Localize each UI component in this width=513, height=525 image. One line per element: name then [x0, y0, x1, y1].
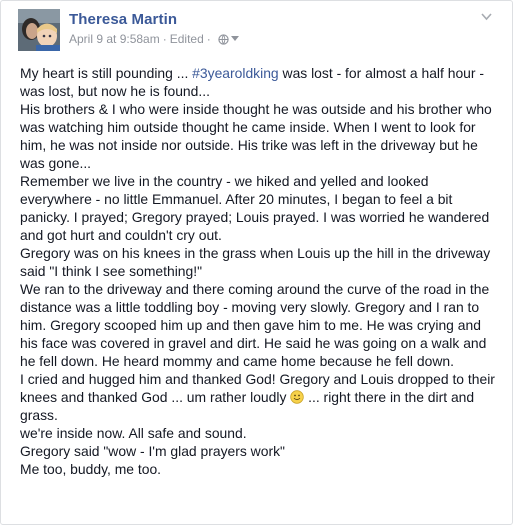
post-paragraph: Gregory said "wow - I'm glad prayers wor…: [20, 443, 285, 459]
post-timestamp[interactable]: April 9 at 9:58am: [69, 32, 160, 46]
meta-separator-2: ·: [206, 32, 211, 46]
post-meta: April 9 at 9:58am · Edited ·: [69, 32, 239, 46]
meta-separator: ·: [162, 32, 167, 46]
avatar[interactable]: [18, 9, 60, 51]
post-paragraph: His brothers & I who were inside thought…: [20, 101, 492, 171]
post-paragraph: Gregory was on his knees in the grass wh…: [20, 245, 491, 279]
post-paragraph: My heart is still pounding ... #3yearold…: [20, 65, 485, 99]
smiley-icon: [290, 390, 304, 404]
post-body: My heart is still pounding ... #3yearold…: [20, 64, 500, 478]
post-paragraph: we're inside now. All safe and sound.: [20, 425, 247, 441]
post-card: Theresa Martin April 9 at 9:58am · Edite…: [0, 0, 513, 525]
globe-icon[interactable]: [218, 33, 229, 45]
post-paragraph: Me too, buddy, me too.: [20, 461, 162, 477]
post-paragraph: I cried and hugged him and thanked God! …: [20, 371, 495, 423]
chevron-down-icon[interactable]: [481, 13, 492, 21]
hashtag-link[interactable]: #3yearoldking: [192, 65, 279, 81]
post-paragraph: Remember we live in the country - we hik…: [20, 173, 490, 243]
author-name[interactable]: Theresa Martin: [69, 11, 177, 28]
post-paragraph: We ran to the driveway and there coming …: [20, 281, 490, 369]
edited-label[interactable]: Edited: [170, 32, 204, 46]
privacy-caret-icon[interactable]: [230, 36, 239, 42]
